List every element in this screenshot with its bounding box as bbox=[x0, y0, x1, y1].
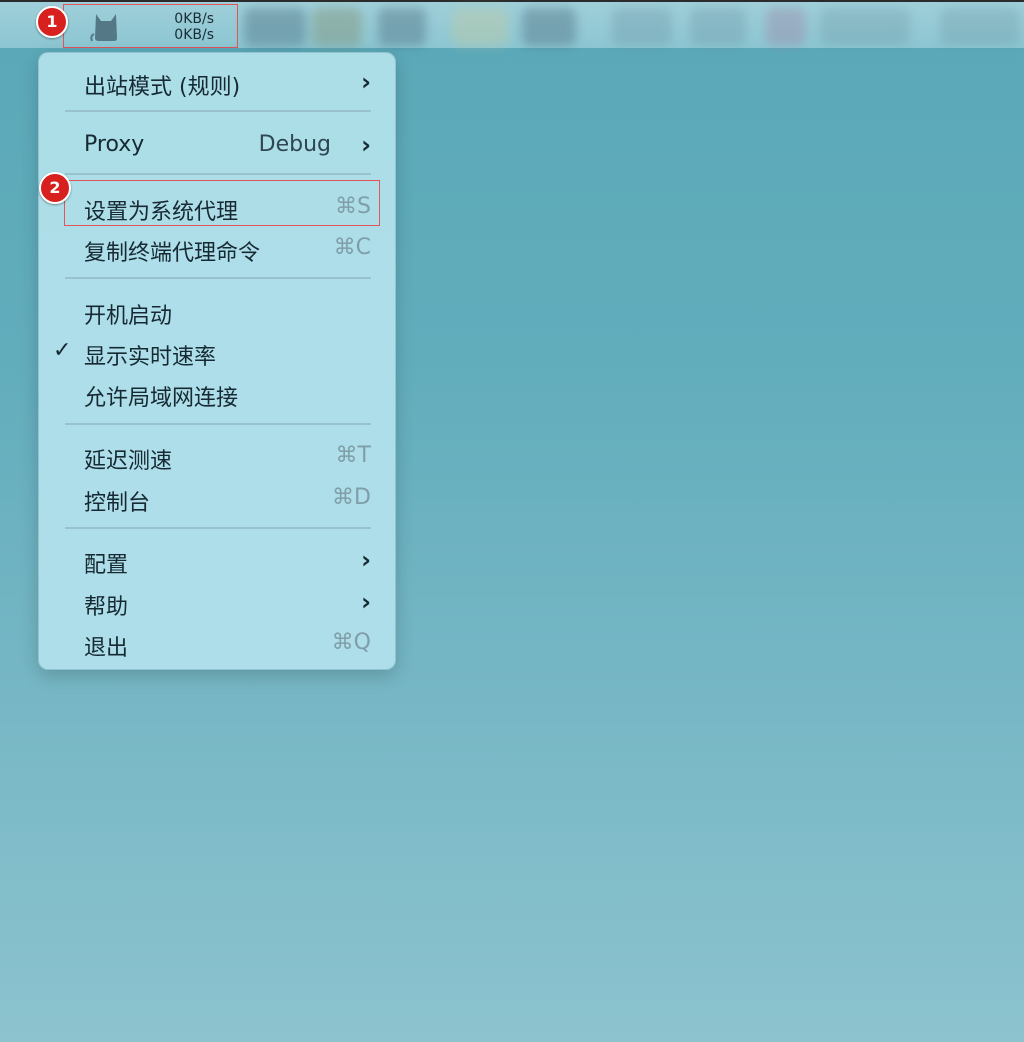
blurred-menubar-icon bbox=[766, 8, 806, 46]
cat-icon bbox=[90, 14, 117, 42]
menu-item-label: 出站模式 (规则) bbox=[84, 75, 241, 100]
menu-separator bbox=[65, 277, 371, 279]
menu-item-label: 退出 bbox=[84, 636, 129, 661]
blurred-menubar-icon bbox=[312, 8, 362, 46]
menu-item-label: 延迟测速 bbox=[84, 449, 173, 474]
blurred-menubar-icon bbox=[378, 8, 426, 46]
menu-item-show-speed[interactable]: ✓ 显示实时速率 bbox=[39, 333, 397, 371]
menu-item-shortcut: ⌘T bbox=[335, 443, 371, 468]
step-badge-2: 2 bbox=[39, 172, 71, 204]
menu-item-value: Debug bbox=[258, 132, 331, 157]
blurred-menubar-icon bbox=[690, 8, 746, 46]
menu-item-outbound-mode[interactable]: 出站模式 (规则) › bbox=[39, 63, 397, 101]
blurred-menubar-icon bbox=[522, 8, 576, 46]
menu-separator bbox=[65, 173, 371, 175]
menu-item-label: 复制终端代理命令 bbox=[84, 241, 261, 266]
menu-item-dashboard[interactable]: 控制台 ⌘D bbox=[39, 479, 397, 517]
menu-item-label: 设置为系统代理 bbox=[84, 200, 239, 225]
menu-item-label: 开机启动 bbox=[84, 304, 173, 329]
menu-item-label: 配置 bbox=[84, 553, 129, 578]
menu-item-label: Proxy bbox=[84, 132, 145, 157]
menu-separator bbox=[65, 110, 371, 112]
menu-item-set-system-proxy[interactable]: 设置为系统代理 ⌘S bbox=[39, 188, 397, 226]
menu-item-copy-terminal-proxy[interactable]: 复制终端代理命令 ⌘C bbox=[39, 229, 397, 267]
menu-item-label: 帮助 bbox=[84, 595, 129, 620]
status-dropdown-menu: 出站模式 (规则) › Proxy Debug › 设置为系统代理 ⌘S 复制终… bbox=[38, 52, 396, 670]
menu-item-allow-lan[interactable]: 允许局域网连接 bbox=[39, 374, 397, 412]
menu-item-launch-at-login[interactable]: 开机启动 bbox=[39, 292, 397, 330]
menu-item-help[interactable]: 帮助 › bbox=[39, 583, 397, 621]
clashx-status-item[interactable]: 0KB/s 0KB/s bbox=[64, 6, 236, 48]
menu-item-proxy[interactable]: Proxy Debug › bbox=[39, 126, 397, 164]
chevron-right-icon: › bbox=[361, 588, 371, 616]
menu-bar: 0KB/s 0KB/s bbox=[0, 0, 1024, 48]
menu-item-shortcut: ⌘C bbox=[333, 235, 371, 260]
blurred-menubar-icon bbox=[612, 8, 672, 46]
menu-separator bbox=[65, 527, 371, 529]
chevron-right-icon: › bbox=[361, 68, 371, 96]
blurred-menubar-icon bbox=[940, 8, 1020, 46]
menu-item-shortcut: ⌘D bbox=[332, 485, 371, 510]
chevron-right-icon: › bbox=[361, 131, 371, 159]
menu-item-latency-test[interactable]: 延迟测速 ⌘T bbox=[39, 437, 397, 475]
upload-speed: 0KB/s bbox=[174, 11, 214, 27]
menu-separator bbox=[65, 423, 371, 425]
step-badge-1: 1 bbox=[36, 6, 68, 38]
menu-item-label: 允许局域网连接 bbox=[84, 386, 239, 411]
menu-item-label: 控制台 bbox=[84, 491, 151, 516]
menu-item-shortcut: ⌘S bbox=[335, 194, 371, 219]
blurred-menubar-icon bbox=[820, 8, 910, 46]
checkmark-icon: ✓ bbox=[53, 338, 72, 363]
download-speed: 0KB/s bbox=[174, 27, 214, 43]
menu-item-quit[interactable]: 退出 ⌘Q bbox=[39, 624, 397, 662]
chevron-right-icon: › bbox=[361, 546, 371, 574]
menu-item-shortcut: ⌘Q bbox=[331, 630, 371, 655]
blurred-menubar-icon bbox=[452, 8, 508, 46]
menu-item-config[interactable]: 配置 › bbox=[39, 541, 397, 579]
blurred-menubar-icon bbox=[244, 8, 306, 46]
menu-item-label: 显示实时速率 bbox=[84, 345, 217, 370]
